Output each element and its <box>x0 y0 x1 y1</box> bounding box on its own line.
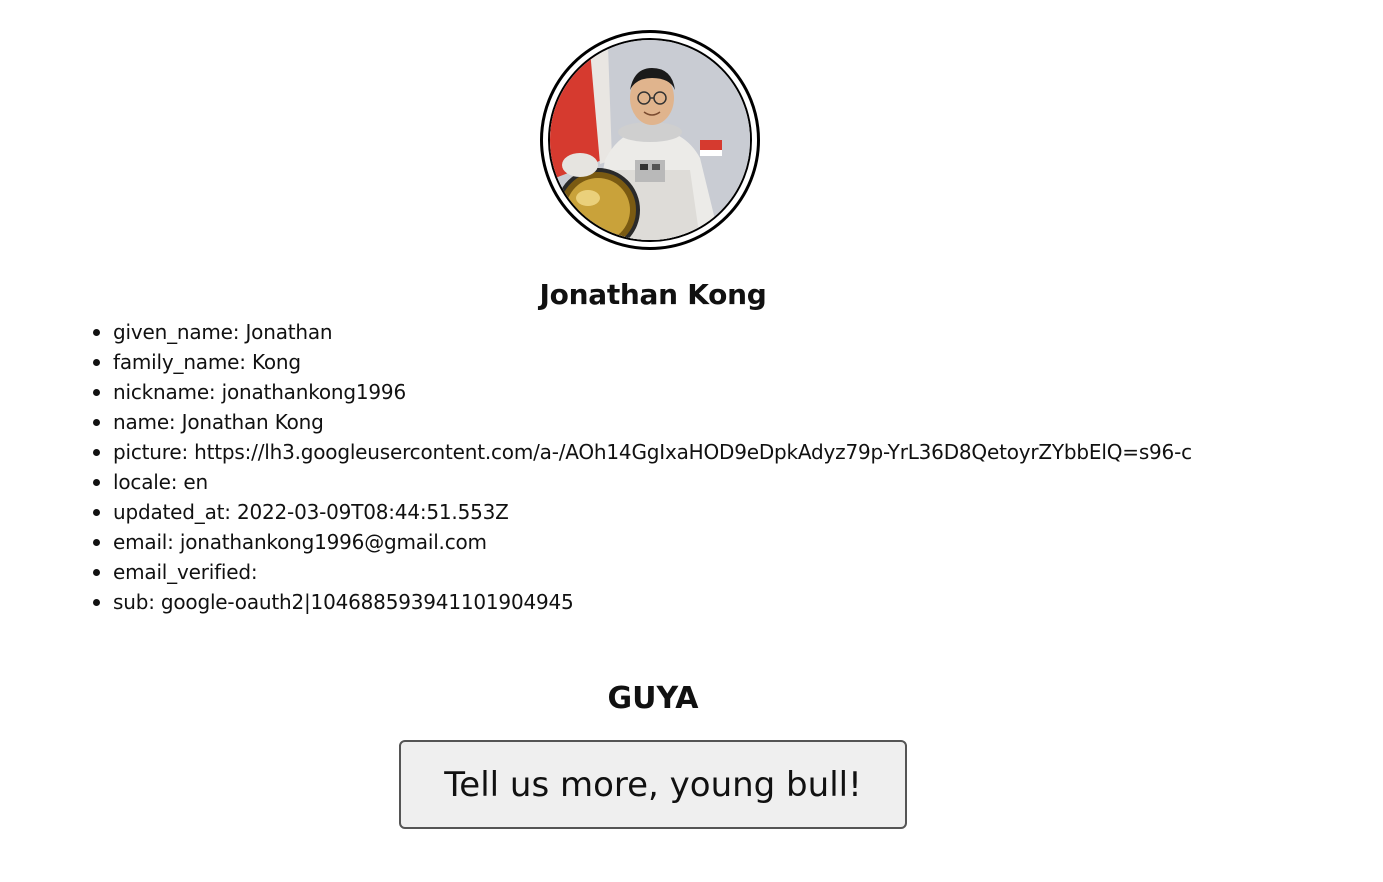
avatar <box>540 30 760 250</box>
list-item-updated-at: updated_at: 2022-03-09T08:44:51.553Z <box>93 497 1192 527</box>
list-item-family-name: family_name: Kong <box>93 347 1192 377</box>
list-item-nickname: nickname: jonathankong1996 <box>93 377 1192 407</box>
section-title: GUYA <box>607 681 699 716</box>
tell-us-more-button[interactable]: Tell us more, young bull! <box>399 740 907 829</box>
profile-page: Jonathan Kong given_name: Jonathan famil… <box>0 0 1383 882</box>
list-item-name: name: Jonathan Kong <box>93 407 1192 437</box>
list-item-given-name: given_name: Jonathan <box>93 317 1192 347</box>
list-item-locale: locale: en <box>93 467 1192 497</box>
list-item-email: email: jonathankong1996@gmail.com <box>93 527 1192 557</box>
avatar-image <box>548 38 752 242</box>
list-item-sub: sub: google-oauth2|104688593941101904945 <box>93 587 1192 617</box>
list-item-picture: picture: https://lh3.googleusercontent.c… <box>93 437 1192 467</box>
profile-info-list: given_name: Jonathan family_name: Kong n… <box>93 317 1192 617</box>
profile-name: Jonathan Kong <box>539 278 767 311</box>
list-item-email-verified: email_verified: <box>93 557 1192 587</box>
